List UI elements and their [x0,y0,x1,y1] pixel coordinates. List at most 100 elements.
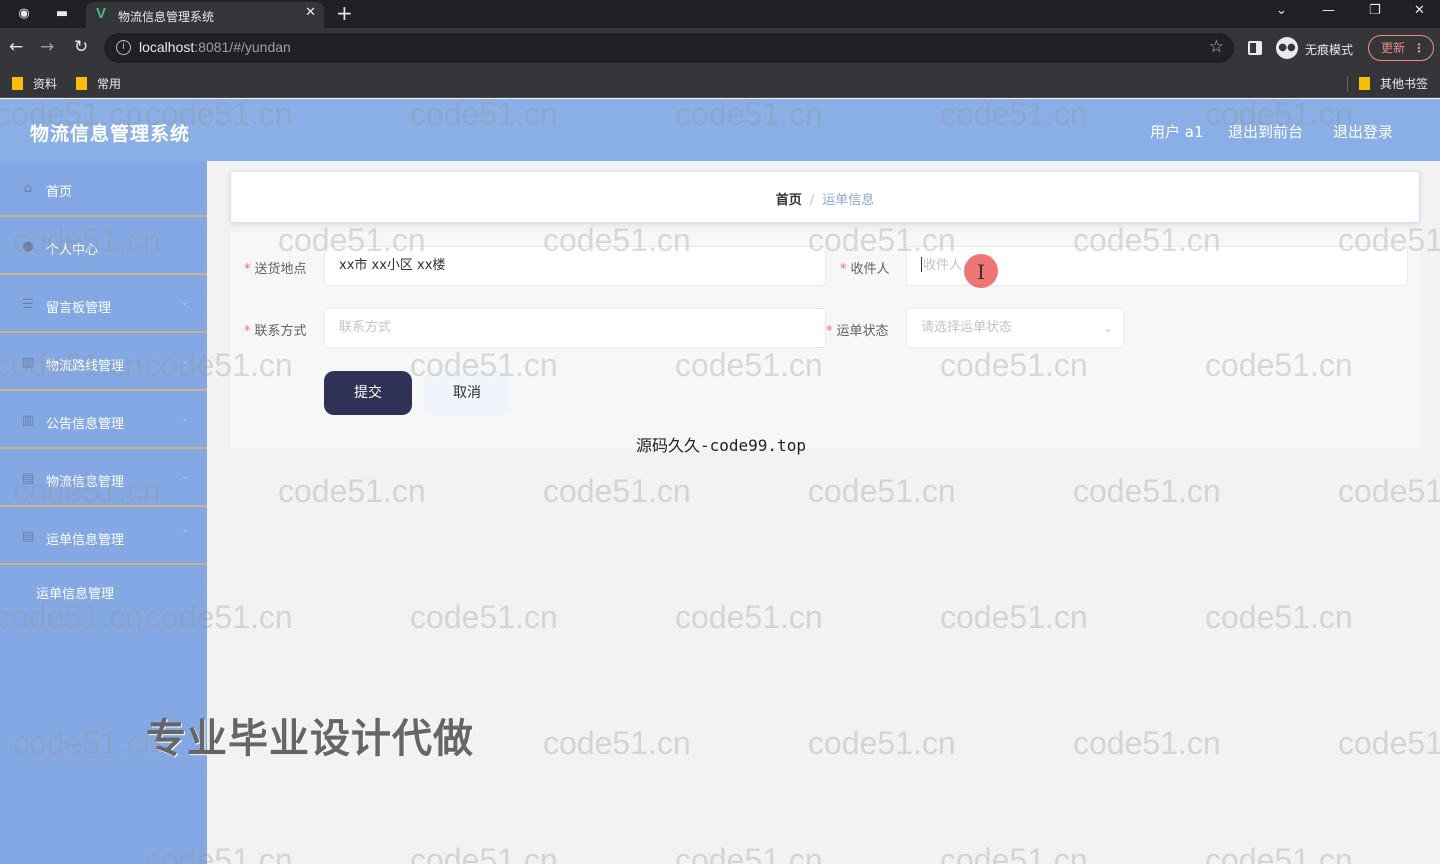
back-arrow-icon[interactable]: ← [9,37,23,57]
sidebar-item-label: 运单信息管理 [46,533,125,548]
watermark: code51.cn [543,473,691,509]
new-tab-icon[interactable]: + [336,1,353,25]
breadcrumb-card: 首页 / 运单信息 [230,171,1420,223]
url-host: localhost [139,39,195,55]
browser-tab-bar: ◉ ▬ V 物流信息管理系统 ✕ + ⌄ — ❐ ✕ [0,0,1440,28]
folder-icon [76,77,87,90]
breadcrumb-separator: / [809,193,815,208]
sidebar-subitem-waybill[interactable]: 运单信息管理 [0,568,207,616]
logout-link[interactable]: 退出登录 [1333,121,1393,142]
menu-icon: ☰ [22,297,34,312]
other-bookmarks-folder[interactable]: 其他书签 [1359,75,1428,92]
user-label: 用户 a1 [1150,123,1204,141]
chevron-down-icon: ⌄ [180,355,189,366]
address-field[interactable]: xx市 xx小区 xx楼 [324,246,826,286]
sidebar-item-routes[interactable]: ▥ 物流路线管理 ⌄ [0,335,207,391]
contact-placeholder: 联系方式 [339,320,392,335]
required-mark: * [244,262,251,277]
watermark: code51.cn [808,473,956,509]
required-mark: * [840,262,847,277]
restore-icon[interactable]: ❐ [1369,3,1381,18]
recipient-label-text: 收件人 [850,262,890,277]
sidebar-item-logistics[interactable]: ▤ 物流信息管理 ⌄ [0,451,207,507]
waybill-form: * 送货地点 xx市 xx小区 xx楼 * 收件人 收件人 * 联系方式 联系方式 *… [230,232,1420,448]
watermark: code51.cn [675,599,823,635]
folder-icon [1359,77,1370,90]
chevron-up-icon: ⌃ [180,529,189,540]
bookmark-folder-ziliao[interactable]: 资料 [12,75,57,92]
watermark: code51.cn [1073,725,1221,761]
text-caret [921,257,922,272]
address-label-text: 送货地点 [254,262,307,277]
site-info-icon[interactable]: i [116,40,131,55]
contact-label: * 联系方式 [244,320,307,339]
folder-icon [12,77,23,90]
sidebar-item-profile[interactable]: ● 个人中心 [0,219,207,275]
watermark: code51.cn [675,842,823,864]
address-url[interactable]: localhost:8081/#/yundan [139,39,291,55]
watermark: code51.cn [1338,473,1440,509]
watermark: code51.cn [808,725,956,761]
sidebar-item-waybill[interactable]: ▤ 运单信息管理 ⌃ [0,509,207,565]
sidebar-item-label: 个人中心 [46,243,99,258]
bookmark-label: 资料 [33,77,58,91]
watermark: code51.cn [940,842,1088,864]
doc-icon: ▤ [21,471,35,486]
recipient-label: * 收件人 [840,258,890,277]
text-cursor-icon: I [977,260,985,284]
sidebar-item-label: 留言板管理 [46,301,112,316]
bookmark-folder-changyong[interactable]: 常用 [76,75,121,92]
tab-list-chevron-icon[interactable]: ⌄ [1276,3,1287,18]
forward-arrow-icon[interactable]: → [40,37,54,57]
watermark: code51.cn [410,842,558,864]
bookmark-star-icon[interactable]: ☆ [1209,37,1224,57]
tab-search-icon[interactable]: ▬ [52,4,72,24]
minimize-icon[interactable]: — [1322,3,1335,18]
address-bar[interactable]: i localhost:8081/#/yundan ☆ [104,33,1234,63]
tab-close-icon[interactable]: ✕ [305,5,316,20]
status-label: * 运单状态 [826,320,889,339]
bookmark-separator [1347,76,1348,92]
sidebar-subitem-label: 运单信息管理 [36,587,115,602]
browser-tab[interactable]: V 物流信息管理系统 ✕ [86,2,324,28]
watermark: code51.cn [1205,842,1353,864]
update-button[interactable]: 更新 ⋮ [1368,35,1434,61]
status-label-text: 运单状态 [836,324,889,339]
cancel-button[interactable]: 取消 [424,371,510,415]
sidebar-item-messages[interactable]: ☰ 留言板管理 ⌄ [0,277,207,333]
back-to-front-link[interactable]: 退出到前台 [1228,121,1303,142]
chevron-down-icon: ⌄ [1102,321,1113,335]
incognito-icon[interactable]: ●● [1276,37,1298,59]
more-menu-icon[interactable]: ⋮ [1413,36,1425,60]
contact-field[interactable]: 联系方式 [324,308,826,348]
reload-icon[interactable]: ↻ [74,37,88,57]
watermark: code51.cn [940,599,1088,635]
chart-icon: ▥ [21,413,35,428]
chevron-down-icon: ⌄ [180,471,189,482]
submit-button[interactable]: 提交 [324,371,412,415]
incognito-label: 无痕模式 [1305,43,1354,57]
other-bookmarks-label: 其他书签 [1380,77,1429,91]
sidebar-item-home[interactable]: ⌂ 首页 [0,161,207,217]
window-close-icon[interactable]: ✕ [1414,3,1425,18]
side-panel-icon[interactable] [1248,41,1262,55]
recipient-placeholder: 收件人 [923,258,963,273]
home-icon: ⌂ [23,181,33,196]
address-label: * 送货地点 [244,258,307,277]
tab-title: 物流信息管理系统 [118,10,215,24]
sidebar-item-label: 首页 [46,185,73,200]
address-value: xx市 xx小区 xx楼 [339,258,446,273]
watermark: code51.cn [410,599,558,635]
watermark: code51.cn [278,473,426,509]
app-title: 物流信息管理系统 [30,123,191,145]
sidebar-item-notices[interactable]: ▥ 公告信息管理 ⌄ [0,393,207,449]
watermark: code51.cn [543,725,691,761]
chevron-down-icon: ⌄ [180,413,189,424]
watermark: code51.cn [1205,599,1353,635]
breadcrumb-home[interactable]: 首页 [776,193,802,208]
browser-profile-icon[interactable]: ◉ [14,4,34,24]
required-mark: * [826,324,833,339]
promo-overlay-text: 专业毕业设计代做 [146,716,474,762]
bookmarks-bar: 资料 常用 其他书签 [0,68,1440,98]
status-select[interactable]: 请选择运单状态 ⌄ [906,308,1124,348]
